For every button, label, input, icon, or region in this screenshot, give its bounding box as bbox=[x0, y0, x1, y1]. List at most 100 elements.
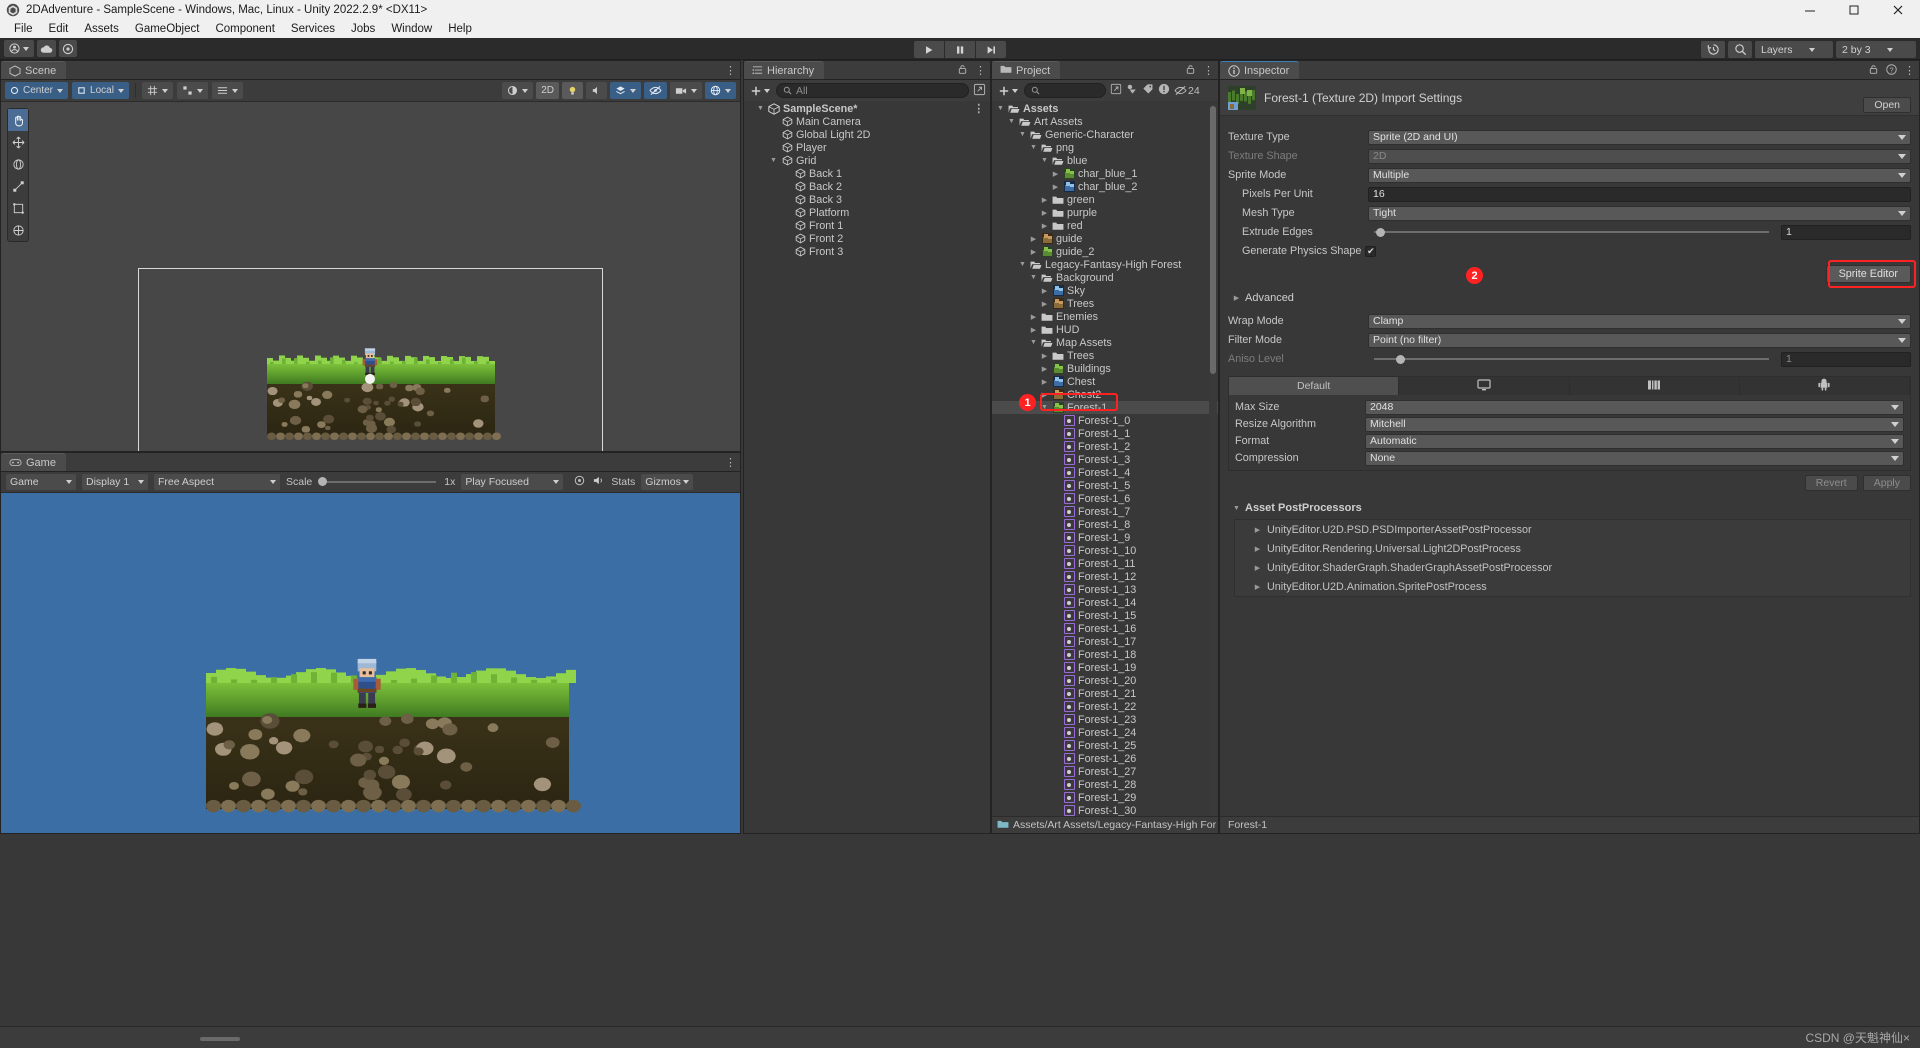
project-item-forest-1-29[interactable]: Forest-1_29 bbox=[992, 791, 1218, 804]
project-item-forest-1-4[interactable]: Forest-1_4 bbox=[992, 466, 1218, 479]
menu-services[interactable]: Services bbox=[283, 22, 343, 36]
project-item-map-assets[interactable]: ▼ Map Assets bbox=[992, 336, 1218, 349]
scale-slider[interactable] bbox=[318, 475, 438, 489]
project-hidden-count[interactable]: 24 bbox=[1174, 85, 1200, 97]
project-item-forest-1-8[interactable]: Forest-1_8 bbox=[992, 518, 1218, 531]
chevron-right-icon[interactable]: ▶ bbox=[1051, 183, 1060, 191]
tab-scene[interactable]: Scene bbox=[1, 61, 67, 79]
aspect-dropdown[interactable]: Free Aspect bbox=[154, 474, 280, 490]
chevron-right-icon[interactable]: ▶ bbox=[1040, 287, 1049, 295]
project-item-forest-1-5[interactable]: Forest-1_5 bbox=[992, 479, 1218, 492]
project-item-forest-1-15[interactable]: Forest-1_15 bbox=[992, 609, 1218, 622]
toggle-2d-button[interactable]: 2D bbox=[536, 82, 559, 99]
chevron-down-icon[interactable]: ▼ bbox=[1029, 144, 1038, 151]
chevron-down-icon[interactable]: ▼ bbox=[1018, 131, 1027, 138]
menu-assets[interactable]: Assets bbox=[76, 22, 127, 36]
inspector-lock-icon[interactable] bbox=[1868, 64, 1879, 78]
project-item-forest-1-21[interactable]: Forest-1_21 bbox=[992, 687, 1218, 700]
chevron-right-icon[interactable]: ▶ bbox=[1040, 300, 1049, 308]
maximize-button[interactable] bbox=[1832, 0, 1876, 20]
chevron-down-icon[interactable]: ▼ bbox=[756, 105, 765, 112]
hierarchy-item-samplescene-[interactable]: ▼ SampleScene* ⋮ bbox=[744, 102, 990, 116]
chevron-right-icon[interactable]: ▶ bbox=[1253, 583, 1262, 591]
scene-context-menu-icon[interactable]: ⋮ bbox=[973, 102, 990, 115]
gizmos-toggle-button[interactable] bbox=[705, 82, 736, 99]
field-number-input[interactable]: 1 bbox=[1781, 351, 1911, 367]
project-item-char-blue-2[interactable]: ▶ char_blue_2 bbox=[992, 180, 1218, 193]
hierarchy-search-expand-icon[interactable] bbox=[973, 83, 986, 99]
field-slider[interactable] bbox=[1368, 225, 1775, 240]
postprocessor-item[interactable]: ▶ UnityEditor.Rendering.Universal.Light2D… bbox=[1235, 539, 1910, 558]
project-item-forest-1-3[interactable]: Forest-1_3 bbox=[992, 453, 1218, 466]
layers-dropdown[interactable]: Layers bbox=[1755, 41, 1833, 58]
account-button[interactable] bbox=[4, 40, 34, 57]
project-filter-type-icon[interactable] bbox=[1126, 83, 1138, 98]
project-item-forest-1-0[interactable]: Forest-1_0 bbox=[992, 414, 1218, 427]
sprite-editor-button[interactable]: Sprite Editor bbox=[1825, 265, 1911, 283]
field-checkbox[interactable]: ✔ bbox=[1365, 245, 1377, 257]
project-item-forest-1-23[interactable]: Forest-1_23 bbox=[992, 713, 1218, 726]
play-focus-dropdown[interactable]: Play Focused bbox=[461, 474, 564, 490]
project-item-forest-1-13[interactable]: Forest-1_13 bbox=[992, 583, 1218, 596]
project-item-forest-1-9[interactable]: Forest-1_9 bbox=[992, 531, 1218, 544]
chevron-right-icon[interactable]: ▶ bbox=[1253, 545, 1262, 553]
platform-tab-standalone-icon[interactable] bbox=[1399, 377, 1570, 395]
project-item-forest-1-24[interactable]: Forest-1_24 bbox=[992, 726, 1218, 739]
platform-tab-default[interactable]: Default bbox=[1229, 377, 1400, 395]
project-item-forest-1-1[interactable]: Forest-1_1 bbox=[992, 427, 1218, 440]
hierarchy-item-back-2[interactable]: Back 2 bbox=[744, 180, 990, 193]
close-button[interactable] bbox=[1876, 0, 1920, 20]
project-item-forest-1-19[interactable]: Forest-1_19 bbox=[992, 661, 1218, 674]
menu-file[interactable]: File bbox=[6, 22, 41, 36]
hierarchy-item-global-light-2d[interactable]: Global Light 2D bbox=[744, 128, 990, 141]
project-item-forest-1-14[interactable]: Forest-1_14 bbox=[992, 596, 1218, 609]
project-search-expand-icon[interactable] bbox=[1110, 83, 1122, 98]
platform-tab-android-icon[interactable] bbox=[1739, 377, 1910, 395]
project-item-assets[interactable]: ▼ Assets bbox=[992, 102, 1218, 115]
revert-button[interactable]: Revert bbox=[1804, 475, 1858, 491]
project-item-red[interactable]: ▶ red bbox=[992, 219, 1218, 232]
menu-window[interactable]: Window bbox=[383, 22, 440, 36]
game-display-selector[interactable]: Game bbox=[6, 474, 76, 490]
project-item-forest-1-18[interactable]: Forest-1_18 bbox=[992, 648, 1218, 661]
project-item-forest-1-27[interactable]: Forest-1_27 bbox=[992, 765, 1218, 778]
menu-gameobject[interactable]: GameObject bbox=[127, 22, 208, 36]
chevron-down-icon[interactable]: ▼ bbox=[1018, 261, 1027, 268]
chevron-down-icon[interactable]: ▼ bbox=[1029, 339, 1038, 346]
chevron-right-icon[interactable]: ▶ bbox=[1029, 235, 1038, 243]
platform-field-dropdown[interactable]: Mitchell bbox=[1365, 416, 1904, 432]
snap-increment-button[interactable] bbox=[176, 82, 208, 99]
project-item-forest-1-2[interactable]: Forest-1_2 bbox=[992, 440, 1218, 453]
project-item-buildings[interactable]: ▶ Buildings bbox=[992, 362, 1218, 375]
platform-tab-webgl-icon[interactable] bbox=[1569, 377, 1740, 395]
project-item-forest-1-22[interactable]: Forest-1_22 bbox=[992, 700, 1218, 713]
chevron-right-icon[interactable]: ▶ bbox=[1040, 365, 1049, 373]
game-tab-menu[interactable]: ⋮ bbox=[725, 453, 736, 472]
platform-field-dropdown[interactable]: Automatic bbox=[1365, 433, 1904, 449]
search-icon[interactable] bbox=[1728, 41, 1752, 58]
project-item-forest-1-30[interactable]: Forest-1_30 bbox=[992, 804, 1218, 816]
project-item-forest-1-11[interactable]: Forest-1_11 bbox=[992, 557, 1218, 570]
game-viewport[interactable] bbox=[1, 493, 740, 833]
project-item-legacy-fantasy-high-forest[interactable]: ▼ Legacy-Fantasy-High Forest bbox=[992, 258, 1218, 271]
postprocessor-item[interactable]: ▶ UnityEditor.ShaderGraph.ShaderGraphAsse… bbox=[1235, 558, 1910, 577]
lock-icon[interactable] bbox=[957, 64, 968, 78]
postprocessor-item[interactable]: ▶ UnityEditor.U2D.Animation.SpritePostPro… bbox=[1235, 577, 1910, 596]
project-item-forest-1-10[interactable]: Forest-1_10 bbox=[992, 544, 1218, 557]
hierarchy-tree[interactable]: ▼ SampleScene* ⋮ Main Camera Global Light 2D… bbox=[744, 102, 990, 833]
advanced-foldout[interactable]: ▶ Advanced bbox=[1226, 289, 1919, 307]
project-item-background[interactable]: ▼ Background bbox=[992, 271, 1218, 284]
cloud-button[interactable] bbox=[37, 40, 56, 57]
step-button[interactable] bbox=[976, 41, 1006, 58]
scene-tab-menu[interactable]: ⋮ bbox=[725, 61, 736, 80]
hierarchy-search-input[interactable]: All bbox=[776, 83, 969, 98]
project-item-guide-2[interactable]: ▶ guide_2 bbox=[992, 245, 1218, 258]
toggle-audio-button[interactable] bbox=[586, 82, 607, 99]
menu-help[interactable]: Help bbox=[440, 22, 480, 36]
layout-dropdown[interactable]: 2 by 3 bbox=[1836, 41, 1916, 58]
slider-knob[interactable] bbox=[1376, 227, 1386, 237]
slider-knob[interactable] bbox=[1396, 354, 1406, 364]
project-filter-label-icon[interactable] bbox=[1142, 83, 1154, 98]
platform-field-dropdown[interactable]: 2048 bbox=[1365, 399, 1904, 415]
project-item-purple[interactable]: ▶ purple bbox=[992, 206, 1218, 219]
